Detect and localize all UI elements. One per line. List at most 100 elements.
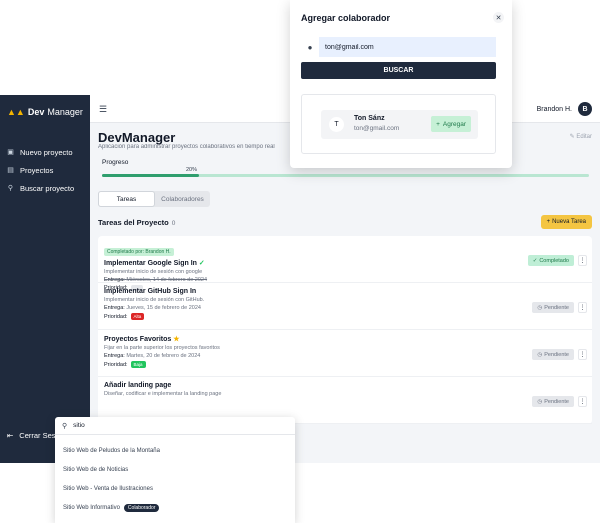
more-options-icon[interactable]: ⋮ <box>578 255 587 266</box>
new-task-button[interactable]: + Nueva Tarea <box>540 215 592 229</box>
progress-percent: 20% <box>186 167 198 173</box>
email-field[interactable] <box>319 37 496 57</box>
search-input[interactable] <box>73 422 254 429</box>
search-icon: ⚲ <box>62 422 68 430</box>
logo-icon: ▲▲ <box>7 107 25 117</box>
task-row: Completado por: Brandon H. Implementar G… <box>98 236 592 291</box>
edit-button[interactable]: ✎ Editar <box>570 133 592 140</box>
tasks-section-title: Tareas del Proyecto 0 <box>98 218 175 227</box>
menu-icon[interactable]: ☰ <box>99 104 107 115</box>
search-icon: ⚲ <box>7 185 14 192</box>
edit-icon: ✎ <box>569 134 575 140</box>
tasks-title: Tareas del Proyecto <box>98 218 169 227</box>
add-label: Agregar <box>442 120 466 128</box>
email-field-row: ● <box>301 37 496 57</box>
search-result-item[interactable]: Sitio Web de de Noticias <box>55 460 295 479</box>
user-menu[interactable]: Brandon H. B <box>537 102 592 116</box>
add-collaborator-button[interactable]: + Agregar <box>431 116 471 132</box>
collaborator-result: T Ton Sánz ton@gmail.com + Agregar <box>321 110 478 139</box>
result-label: Sitio Web - Venta de Ilustraciones <box>63 485 153 492</box>
edit-label: Editar <box>576 134 592 140</box>
modal-title: Agregar colaborador <box>301 13 391 23</box>
status-button[interactable]: ✓ Completado <box>527 255 574 266</box>
task-title: Implementar Google Sign In ✓ <box>104 259 586 267</box>
collaborator-badge: Colaborador <box>123 503 160 512</box>
progress-label: Progreso <box>102 159 129 166</box>
priority-label: Prioridad: <box>104 361 128 368</box>
search-result-item[interactable]: Sitio Web de Peludos de la Montaña <box>55 441 295 460</box>
priority-badge: Baja <box>130 361 146 368</box>
sidebar-item-label: Nuevo proyecto <box>20 147 73 157</box>
more-options-icon[interactable]: ⋮ <box>578 349 587 360</box>
task-list: Completado por: Brandon H. Implementar G… <box>98 236 592 424</box>
avatar: B <box>578 102 592 116</box>
status-label: Pendiente <box>544 304 569 311</box>
plus-square-icon: ▣ <box>7 149 14 156</box>
result-label: Sitio Web de Peludos de la Montaña <box>63 447 160 454</box>
status-button[interactable]: ◷ Pendiente <box>532 396 574 407</box>
brand: ▲▲ Dev Manager <box>7 107 83 117</box>
project-subtitle: Aplicación para administrar proyectos co… <box>98 144 275 150</box>
close-icon[interactable]: ✕ <box>493 12 504 23</box>
task-due: Entrega: Jueves, 15 de febrero de 2024 <box>104 305 586 311</box>
check-circle-icon: ✓ <box>532 257 538 264</box>
status-label: Pendiente <box>544 351 569 358</box>
user-icon: ● <box>307 42 313 52</box>
search-results: Sitio Web de Peludos de la Montaña Sitio… <box>55 441 295 517</box>
task-due: Entrega: Martes, 20 de febrero de 2024 <box>104 353 586 359</box>
search-button[interactable]: BUSCAR <box>301 62 496 79</box>
tabs: Tareas Colaboradores <box>98 191 210 207</box>
task-priority: Prioridad: Alta <box>104 313 586 320</box>
task-title-text: Proyectos Favoritos <box>104 336 172 343</box>
task-description: Fijar en la parte superior los proyectos… <box>104 345 220 351</box>
star-icon: ★ <box>173 336 180 343</box>
sidebar-item-new-project[interactable]: ▣ Nuevo proyecto <box>0 143 90 161</box>
collaborator-name: Ton Sánz <box>354 115 385 122</box>
task-title: Proyectos Favoritos ★ <box>104 335 586 343</box>
task-row: Proyectos Favoritos ★ Fijar en la parte … <box>98 330 592 377</box>
due-label: Entrega: <box>104 353 125 359</box>
logout-icon: ⇤ <box>7 431 14 440</box>
task-description: Implementar inicio de sesión con GitHub. <box>104 297 205 303</box>
add-collaborator-modal: Agregar colaborador ✕ ● BUSCAR T Ton Sán… <box>290 0 512 168</box>
more-options-icon[interactable]: ⋮ <box>578 302 587 313</box>
task-title: Implementar GitHub Sign In <box>104 288 197 295</box>
clock-icon: ◷ <box>537 398 543 405</box>
brand-manager: Manager <box>47 107 83 117</box>
task-row: Implementar GitHub Sign In Implementar i… <box>98 283 592 330</box>
sidebar-item-search-project[interactable]: ⚲ Buscar proyecto <box>0 179 90 197</box>
user-name: Brandon H. <box>536 105 572 113</box>
priority-badge: Alta <box>130 313 145 320</box>
check-circle-icon: ✓ <box>198 260 205 267</box>
clock-icon: ◷ <box>537 351 543 358</box>
task-priority: Prioridad: Baja <box>104 361 586 368</box>
sidebar-item-label: Proyectos <box>20 165 54 175</box>
sidebar-item-projects[interactable]: ▤ Proyectos <box>0 161 90 179</box>
result-label: Sitio Web de de Noticias <box>63 466 129 473</box>
status-button[interactable]: ◷ Pendiente <box>532 302 574 313</box>
task-title-text: Implementar Google Sign In <box>104 260 197 267</box>
plus-icon: + <box>546 219 551 225</box>
status-button[interactable]: ◷ Pendiente <box>532 349 574 360</box>
task-description: Implementar inicio de sesión con google <box>104 269 203 275</box>
result-label: Sitio Web Informativo <box>63 504 120 511</box>
progress-bar <box>102 174 589 177</box>
avatar: T <box>329 117 344 132</box>
search-result-item[interactable]: Sitio Web - Venta de Ilustraciones <box>55 479 295 498</box>
task-title: Añadir landing page <box>104 382 172 389</box>
sidebar-nav: ▣ Nuevo proyecto ▤ Proyectos ⚲ Buscar pr… <box>0 143 90 197</box>
search-input-row: ⚲ <box>55 417 295 435</box>
more-options-icon[interactable]: ⋮ <box>578 396 587 407</box>
sidebar: ▲▲ Dev Manager ▣ Nuevo proyecto ▤ Proyect… <box>0 95 90 463</box>
status-label: Pendiente <box>544 398 569 405</box>
tab-collaborators[interactable]: Colaboradores <box>155 191 210 207</box>
progress-fill <box>102 174 200 177</box>
due-label: Entrega: <box>104 305 125 311</box>
plus-icon: + <box>436 120 440 128</box>
search-result-card: T Ton Sánz ton@gmail.com + Agregar <box>301 94 496 154</box>
collaborator-email: ton@gmail.com <box>354 125 400 132</box>
new-task-label: Nueva Tarea <box>552 219 586 225</box>
search-result-item[interactable]: Sitio Web Informativo Colaborador <box>55 498 295 517</box>
tab-tasks[interactable]: Tareas <box>98 191 155 207</box>
clock-icon: ◷ <box>537 304 543 311</box>
